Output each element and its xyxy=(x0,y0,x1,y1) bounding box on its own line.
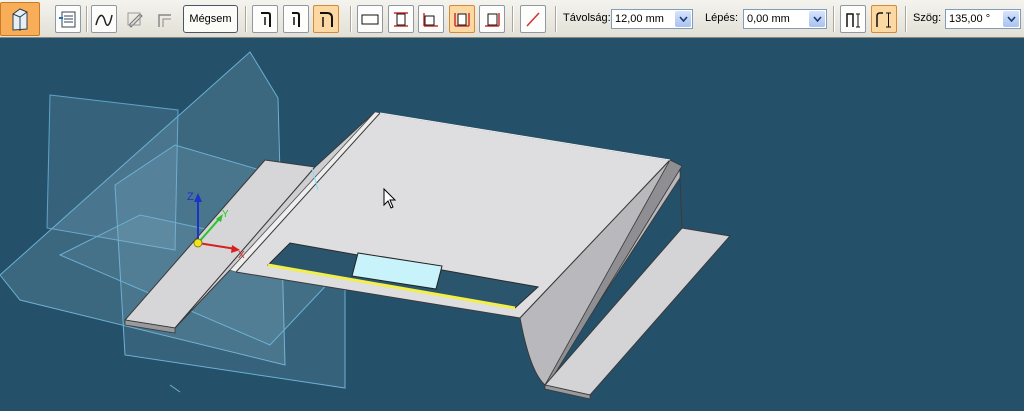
corner-relief-icon xyxy=(876,12,891,28)
step-label: Lépés: xyxy=(705,12,739,24)
flange-outside-icon xyxy=(292,12,300,27)
full-width-button[interactable] xyxy=(357,5,383,33)
model-scene: Z Y X xyxy=(0,51,731,400)
flange-profile-button[interactable] xyxy=(520,5,546,33)
extent-icon xyxy=(158,14,171,27)
ribbon-toolbar: Mégsem Távolság: 12,00 mm Lépés: 0,00 mm… xyxy=(0,0,1024,38)
flange-bend-outside-button[interactable] xyxy=(313,5,339,33)
step-list-button[interactable] xyxy=(55,5,81,33)
x-axis-label: X xyxy=(238,250,245,261)
from-end-icon xyxy=(485,13,500,27)
distance-label: Távolság: xyxy=(563,12,611,24)
diagonal-line-icon xyxy=(526,12,540,27)
from-both-ends-icon xyxy=(454,13,470,27)
flange-inside-icon xyxy=(261,12,271,27)
from-end-button[interactable] xyxy=(479,5,505,33)
angle-combo[interactable]: 135,00 ° xyxy=(945,9,1021,29)
chevron-down-icon[interactable] xyxy=(1003,11,1019,27)
select-tool-button[interactable] xyxy=(0,2,40,36)
relief-icon xyxy=(846,13,860,28)
centered-icon xyxy=(394,12,408,27)
profile-step-button[interactable] xyxy=(91,5,117,33)
flange-material-outside-button[interactable] xyxy=(283,5,309,33)
chevron-down-icon[interactable] xyxy=(809,11,825,27)
chevron-down-icon[interactable] xyxy=(675,11,691,27)
flange-material-inside-button[interactable] xyxy=(252,5,278,33)
flange-bend-icon xyxy=(320,12,333,27)
step-value: 0,00 mm xyxy=(747,13,790,25)
centered-button[interactable] xyxy=(388,5,414,33)
profile-curve-icon xyxy=(95,14,113,27)
angle-label: Szög: xyxy=(913,12,942,24)
corner-relief-option-button[interactable] xyxy=(871,5,897,33)
at-end-icon xyxy=(423,13,438,27)
from-both-ends-button[interactable] xyxy=(449,5,475,33)
extent-step-button[interactable] xyxy=(152,5,178,33)
at-end-button[interactable] xyxy=(418,5,444,33)
draw-profile-button[interactable] xyxy=(122,5,148,33)
distance-value: 12,00 mm xyxy=(615,13,664,25)
y-axis-label: Y xyxy=(222,209,229,220)
pencil-icon xyxy=(127,12,143,28)
z-axis-label: Z xyxy=(187,191,194,203)
cancel-button[interactable]: Mégsem xyxy=(183,5,238,33)
angle-value: 135,00 ° xyxy=(949,13,991,25)
full-width-icon xyxy=(361,14,379,25)
3d-viewport[interactable]: Z Y X xyxy=(0,38,1024,411)
distance-combo[interactable]: 12,00 mm xyxy=(611,9,693,29)
bend-relief-option-button[interactable] xyxy=(840,5,866,33)
sheet-metal-icon xyxy=(12,8,28,31)
list-icon xyxy=(59,11,76,28)
step-combo[interactable]: 0,00 mm xyxy=(743,9,827,29)
